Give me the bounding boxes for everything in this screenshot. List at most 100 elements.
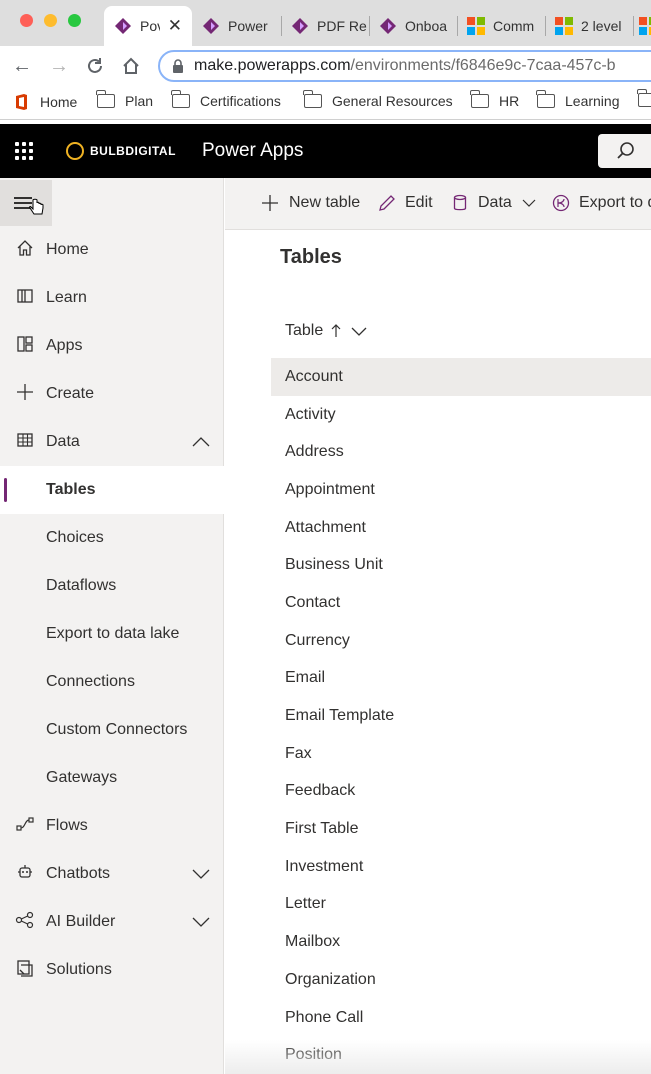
nav-item-chatbots[interactable]: Chatbots	[0, 850, 224, 898]
nav-label: Custom Connectors	[46, 721, 188, 738]
table-row[interactable]: Mailbox	[271, 923, 651, 961]
data-dropdown-button[interactable]: Data	[452, 194, 536, 212]
home-icon	[15, 239, 35, 262]
nav-item-ai-builder[interactable]: AI Builder	[0, 898, 224, 946]
bookmark-home[interactable]: Home	[14, 93, 77, 111]
browser-tab-active[interactable]: Pov ✕	[104, 6, 192, 46]
minimize-window-button[interactable]	[44, 14, 57, 27]
bookmark-certifications[interactable]: Certifications	[171, 90, 281, 109]
export-button[interactable]: Export to d	[552, 194, 651, 212]
close-tab-icon[interactable]: ✕	[168, 16, 182, 36]
tab-label: Onboa	[405, 18, 448, 34]
table-row[interactable]: Appointment	[271, 471, 651, 509]
table-row-name: Organization	[285, 970, 376, 988]
table-row[interactable]: Investment	[271, 848, 651, 886]
address-bar[interactable]: make.powerapps.com/environments/f6846e9c…	[158, 50, 651, 82]
edit-button[interactable]: Edit	[378, 194, 433, 212]
back-arrow-icon[interactable]: ←	[11, 55, 33, 77]
new-table-button[interactable]: New table	[261, 194, 360, 212]
folder-icon	[470, 90, 489, 108]
table-row[interactable]: Organization	[271, 961, 651, 999]
nav-item-tables[interactable]: Tables	[0, 466, 224, 514]
nav-item-learn[interactable]: Learn	[0, 274, 224, 322]
table-row[interactable]: Business Unit	[271, 546, 651, 584]
reload-icon[interactable]	[84, 55, 106, 77]
browser-tabstrip: Pov ✕ Power PDF Re Onboa Comm 2 level	[0, 0, 651, 46]
table-column-header[interactable]: Table	[285, 322, 367, 340]
collapse-nav-button[interactable]	[0, 180, 52, 226]
table-row[interactable]: Currency	[271, 622, 651, 660]
table-row-name: Currency	[285, 631, 350, 649]
bookmark-hr[interactable]: HR	[470, 90, 519, 109]
product-title[interactable]: Power Apps	[202, 140, 303, 162]
table-row[interactable]: Contact	[271, 584, 651, 622]
table-row[interactable]: First Table	[271, 810, 651, 848]
browser-tab[interactable]: PDF Re	[281, 6, 369, 46]
bookmark-general-resources[interactable]: General Resources	[303, 90, 453, 109]
table-row-name: First Table	[285, 820, 359, 838]
search-box[interactable]	[598, 134, 651, 168]
table-row[interactable]: Position	[271, 1036, 651, 1074]
nav-item-custom-connectors[interactable]: Custom Connectors	[0, 706, 224, 754]
table-row[interactable]: Letter	[271, 886, 651, 924]
folder-icon	[536, 90, 555, 108]
microsoft-icon	[639, 17, 651, 35]
nav-item-apps[interactable]: Apps	[0, 322, 224, 370]
browser-tab-partial[interactable]	[633, 6, 651, 46]
brand-logo[interactable]: BULBDIGITAL	[66, 142, 176, 160]
chevron-down-icon	[522, 199, 536, 207]
browser-tab[interactable]: Comm	[457, 6, 545, 46]
apps-icon	[15, 335, 35, 358]
bookmark-plan[interactable]: Plan	[96, 90, 153, 109]
chevron-down-icon[interactable]	[192, 914, 210, 930]
book-icon	[15, 287, 35, 310]
nav-item-home[interactable]: Home	[0, 226, 224, 274]
nav-label: Create	[46, 385, 95, 402]
table-row[interactable]: Feedback	[271, 773, 651, 811]
table-row-name: Letter	[285, 895, 326, 913]
nav-item-export-to-data-lake[interactable]: Export to data lake	[0, 610, 224, 658]
close-window-button[interactable]	[20, 14, 33, 27]
tables-list: Account Activity Address Appointment Attachm…	[271, 358, 651, 1074]
nav-label: Flows	[46, 817, 88, 834]
table-row[interactable]: Email Template	[271, 697, 651, 735]
app-launcher-icon[interactable]	[15, 142, 33, 160]
table-row[interactable]: Account	[271, 358, 651, 396]
home-icon[interactable]	[120, 55, 142, 77]
nav-item-connections[interactable]: Connections	[0, 658, 224, 706]
nav-item-flows[interactable]: Flows	[0, 802, 224, 850]
app-header: BULBDIGITAL Power Apps	[0, 124, 651, 178]
page-title: Tables	[280, 246, 342, 268]
chevron-down-icon[interactable]	[192, 866, 210, 882]
nav-label: Learn	[46, 289, 87, 306]
power-apps-icon	[115, 18, 131, 34]
chevron-up-icon[interactable]	[192, 434, 210, 450]
nav-item-dataflows[interactable]: Dataflows	[0, 562, 224, 610]
bot-icon	[15, 863, 35, 886]
browser-tab[interactable]: 2 level	[545, 6, 633, 46]
table-row[interactable]: Address	[271, 433, 651, 471]
nav-item-data[interactable]: Data	[0, 418, 224, 466]
nav-label: Gateways	[46, 769, 118, 786]
table-row[interactable]: Fax	[271, 735, 651, 773]
chevron-down-icon[interactable]	[351, 327, 367, 336]
maximize-window-button[interactable]	[68, 14, 81, 27]
bookmark-label: Learning	[565, 93, 620, 109]
nav-item-solutions[interactable]: Solutions	[0, 946, 224, 994]
nav-item-create[interactable]: Create	[0, 370, 224, 418]
table-row[interactable]: Attachment	[271, 509, 651, 547]
nav-item-gateways[interactable]: Gateways	[0, 754, 224, 802]
browser-tab[interactable]: Onboa	[369, 6, 457, 46]
button-label: New table	[289, 194, 361, 211]
forward-arrow-icon[interactable]: →	[48, 55, 70, 77]
url-path: /environments/f6846e9c-7caa-457c-b	[350, 57, 616, 74]
nav-item-choices[interactable]: Choices	[0, 514, 224, 562]
table-row-name: Email Template	[285, 707, 395, 725]
table-row[interactable]: Phone Call	[271, 999, 651, 1037]
table-row[interactable]: Email	[271, 660, 651, 698]
bookmark-overflow[interactable]	[637, 89, 651, 107]
bookmark-learning[interactable]: Learning	[536, 90, 620, 109]
power-apps-icon	[203, 18, 219, 34]
table-row[interactable]: Activity	[271, 396, 651, 434]
browser-tab[interactable]: Power	[192, 6, 280, 46]
